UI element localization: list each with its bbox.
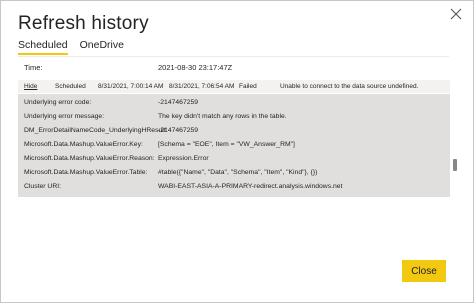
hide-details-link[interactable]: Hide	[24, 83, 37, 90]
detail-key: Underlying error message:	[24, 113, 105, 120]
history-status: Failed	[239, 83, 257, 90]
detail-row: Underlying error code: -2147467259	[24, 99, 444, 111]
tab-bar: Scheduled OneDrive	[18, 39, 124, 55]
time-label: Time:	[24, 63, 43, 72]
history-end: 8/31/2021, 7:06:54 AM	[169, 83, 235, 90]
refresh-history-dialog: Refresh history Scheduled OneDrive Time:…	[0, 0, 474, 303]
close-button[interactable]: Close	[402, 260, 446, 282]
detail-row: Underlying error message: The key didn't…	[24, 113, 444, 125]
tab-divider	[18, 56, 449, 57]
detail-value: #table({"Name", "Data", "Schema", "Item"…	[158, 169, 318, 176]
history-start: 8/31/2021, 7:00:14 AM	[98, 83, 164, 90]
detail-key: Microsoft.Data.Mashup.ValueError.Table:	[24, 169, 148, 176]
detail-value: The key didn't match any rows in the tab…	[158, 113, 287, 120]
detail-value: -2147467259	[158, 127, 199, 134]
tab-scheduled[interactable]: Scheduled	[18, 39, 68, 55]
history-type: Scheduled	[55, 83, 86, 90]
history-row: Hide Scheduled 8/31/2021, 7:00:14 AM 8/3…	[18, 80, 450, 93]
detail-key: Cluster URI:	[24, 183, 62, 190]
detail-key: Microsoft.Data.Mashup.ValueError.Reason:	[24, 155, 155, 162]
error-details-panel: Underlying error code: -2147467259 Under…	[18, 94, 450, 197]
dialog-title: Refresh history	[18, 13, 149, 34]
detail-row: DM_ErrorDetailNameCode_UnderlyingHResult…	[24, 127, 444, 139]
detail-value: Expression.Error	[158, 155, 209, 162]
detail-key: Underlying error code:	[24, 99, 92, 106]
detail-key: DM_ErrorDetailNameCode_UnderlyingHResult…	[24, 127, 168, 134]
history-message: Unable to connect to the data source und…	[280, 83, 419, 90]
scrollbar-thumb[interactable]	[453, 159, 457, 171]
detail-key: Microsoft.Data.Mashup.ValueError.Key:	[24, 141, 143, 148]
detail-row: Microsoft.Data.Mashup.ValueError.Reason:…	[24, 155, 444, 167]
detail-row: Microsoft.Data.Mashup.ValueError.Table: …	[24, 169, 444, 181]
detail-value: WABI-EAST-ASIA-A-PRIMARY-redirect.analys…	[158, 183, 343, 190]
detail-row: Cluster URI: WABI-EAST-ASIA-A-PRIMARY-re…	[24, 183, 444, 195]
time-row: Time: 2021-08-30 23:17:47Z	[24, 63, 444, 75]
detail-value: [Schema = "EOE", Item = "VW_Answer_RM"]	[158, 141, 295, 148]
tab-onedrive[interactable]: OneDrive	[80, 39, 124, 55]
detail-value: -2147467259	[158, 99, 199, 106]
close-icon[interactable]	[449, 7, 463, 21]
time-value: 2021-08-30 23:17:47Z	[158, 63, 233, 72]
detail-row: Microsoft.Data.Mashup.ValueError.Key: [S…	[24, 141, 444, 153]
